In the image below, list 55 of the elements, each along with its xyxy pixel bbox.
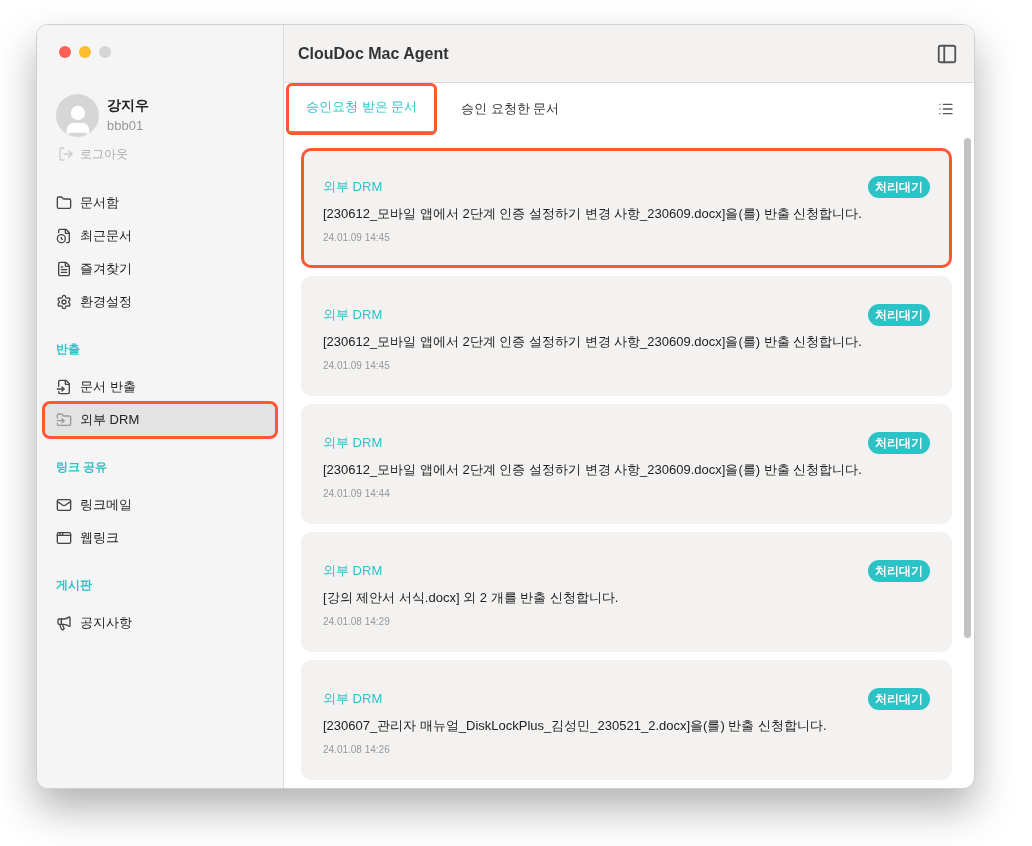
sidebar-item[interactable]: 공지사항 [45, 607, 275, 639]
request-category: 외부 DRM [323, 306, 383, 325]
user-id: bbb01 [107, 117, 145, 136]
request-card[interactable]: 외부 DRM 처리대기 [230607_관리자 매뉴얼_DiskLockPlus_김성민_230521_2.docx]을(를) 반출 신청합니다. 24.01.08 14:26 [301, 660, 952, 780]
request-category: 외부 DRM [323, 178, 383, 197]
tab[interactable]: 승인 요청한 문서 [441, 83, 580, 135]
status-badge: 처리대기 [868, 688, 930, 710]
megaphone-icon [56, 615, 72, 631]
status-badge: 처리대기 [868, 560, 930, 582]
sidebar-section-title: 게시판 [55, 577, 93, 594]
status-badge: 처리대기 [868, 304, 930, 326]
sidebar-section-title: 링크 공유 [55, 459, 109, 476]
request-card[interactable]: 외부 DRM 처리대기 [230612_모바일 앱에서 2단계 인증 설정하기 변경 사항_230609.docx]을(를) 반출 신청합니다. 24.01.09 14:45 [301, 276, 952, 396]
scrollbar-thumb[interactable] [963, 138, 971, 638]
close-window-button[interactable] [59, 46, 71, 58]
request-message: [230607_관리자 매뉴얼_DiskLockPlus_김성민_230521_2.docx]을(를) 반출 신청합니다. [323, 717, 828, 735]
window-icon [56, 530, 72, 546]
request-time: 24.01.09 14:45 [323, 230, 391, 245]
sidebar-item[interactable]: 문서함 [45, 187, 275, 219]
avatar-icon [56, 94, 99, 137]
status-badge: 처리대기 [868, 432, 930, 454]
user-name: 강지우 [107, 96, 149, 116]
request-category: 외부 DRM [323, 434, 383, 453]
sidebar-item[interactable]: 외부 DRM [45, 404, 275, 436]
request-card[interactable]: 외부 DRM 처리대기 [230612_모바일 앱에서 2단계 인증 설정하기 변경 사항_230609.docx]을(를) 반출 신청합니다. 24.01.09 14:45 [301, 148, 952, 268]
sidebar-item[interactable]: 웹링크 [45, 522, 275, 554]
folder-arrow-icon [56, 412, 72, 428]
sidebar-item[interactable]: 최근문서 [45, 220, 275, 252]
sidebar-item[interactable]: 즐겨찾기 [45, 253, 275, 285]
sidebar-item[interactable]: 문서 반출 [45, 371, 275, 403]
document-arrow-icon [56, 379, 72, 395]
settings-icon [56, 294, 72, 310]
request-category: 외부 DRM [323, 690, 383, 709]
status-badge: 처리대기 [868, 176, 930, 198]
document-icon [56, 261, 72, 277]
request-time: 24.01.09 14:44 [323, 486, 391, 501]
envelope-icon [56, 497, 72, 513]
request-time: 24.01.08 14:26 [323, 742, 391, 757]
logout-icon [58, 146, 74, 162]
request-category: 외부 DRM [323, 562, 383, 581]
request-message: [230612_모바일 앱에서 2단계 인증 설정하기 변경 사항_230609.docx]을(를) 반출 신청합니다. [323, 461, 863, 479]
request-card[interactable]: 외부 DRM 처리대기 [230612_모바일 앱에서 2단계 인증 설정하기 변경 사항_230609.docx]을(를) 반출 신청합니다. 24.01.09 14:44 [301, 404, 952, 524]
sidebar-section-title: 반출 [55, 341, 81, 358]
document-clock-icon [56, 228, 72, 244]
request-card[interactable]: 외부 DRM 처리대기 [강의 제안서 서식.docx] 외 2 개를 반출 신청합니다. 24.01.08 14:29 [301, 532, 952, 652]
request-message: [230612_모바일 앱에서 2단계 인증 설정하기 변경 사항_230609.docx]을(를) 반출 신청합니다. [323, 333, 863, 351]
window-title: ClouDoc Mac Agent [298, 43, 449, 64]
sidebar-item[interactable]: 환경설정 [45, 286, 275, 318]
request-message: [230612_모바일 앱에서 2단계 인증 설정하기 변경 사항_230609.docx]을(를) 반출 신청합니다. [323, 205, 863, 223]
folder-icon [56, 195, 72, 211]
minimize-window-button[interactable] [79, 46, 91, 58]
request-message: [강의 제안서 서식.docx] 외 2 개를 반출 신청합니다. [323, 589, 620, 607]
request-time: 24.01.09 14:45 [323, 358, 391, 373]
sidebar-item[interactable]: 링크메일 [45, 489, 275, 521]
request-time: 24.01.08 14:29 [323, 614, 391, 629]
